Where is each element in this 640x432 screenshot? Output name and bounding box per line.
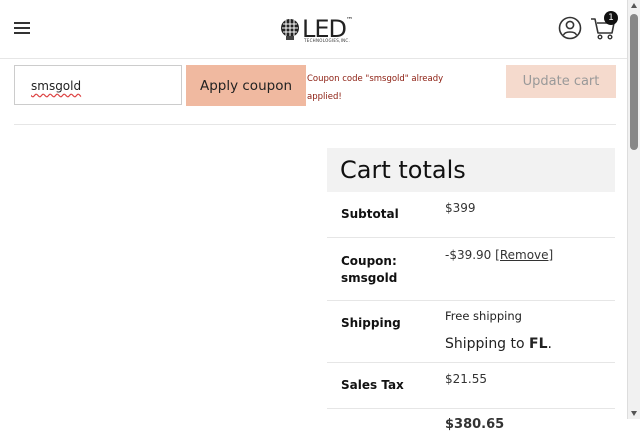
site-logo[interactable]: LED ™ TECHNOLOGIES,INC.	[278, 14, 353, 44]
update-cart-button[interactable]: Update cart	[506, 65, 616, 98]
total-row: $380.65	[327, 409, 615, 432]
subtotal-value: $399	[445, 201, 476, 215]
cart-totals-title: Cart totals	[340, 156, 466, 184]
account-icon[interactable]	[558, 16, 582, 40]
cart-totals-header: Cart totals	[327, 148, 615, 192]
coupon-label-code: smsgold	[341, 271, 398, 285]
scroll-down-arrow-icon[interactable]	[631, 411, 637, 416]
coupon-error-message: Coupon code "smsgold" already applied!	[307, 74, 444, 102]
remove-coupon-link[interactable]: [Remove]	[495, 248, 553, 262]
logo-trademark: ™	[346, 16, 354, 24]
site-header: LED ™ TECHNOLOGIES,INC. 1	[0, 0, 628, 59]
coupon-discount-value: -$39.90	[445, 248, 492, 262]
shipping-row: Shipping Free shipping Shipping to FL.	[327, 301, 615, 363]
shipping-destination: Shipping to FL.	[445, 336, 552, 352]
coupon-code-input[interactable]: smsgold	[14, 65, 182, 105]
sales-tax-label: Sales Tax	[341, 378, 404, 392]
shipping-state: FL	[529, 336, 548, 352]
subtotal-row: Subtotal $399	[327, 192, 615, 238]
coupon-row: Coupon: smsgold -$39.90 [Remove]	[327, 238, 615, 301]
coupon-discount: -$39.90 [Remove]	[445, 248, 553, 262]
subtotal-label: Subtotal	[341, 207, 399, 221]
shipping-to-suffix: .	[547, 336, 552, 352]
scrollbar-thumb[interactable]	[630, 14, 638, 150]
coupon-label-line1: Coupon:	[341, 254, 397, 268]
cart-count-badge: 1	[604, 11, 618, 25]
coupon-input-value: smsgold	[31, 79, 82, 93]
total-value: $380.65	[445, 417, 505, 432]
cart-totals-panel: Cart totals Subtotal $399 Coupon: smsgol…	[327, 148, 615, 432]
sales-tax-row: Sales Tax $21.55	[327, 363, 615, 409]
shipping-method: Free shipping	[445, 309, 522, 323]
coupon-label: Coupon: smsgold	[341, 253, 397, 287]
scroll-up-arrow-icon[interactable]	[631, 3, 637, 8]
logo-subtext: TECHNOLOGIES,INC.	[304, 38, 351, 43]
sales-tax-value: $21.55	[445, 372, 487, 386]
menu-icon[interactable]	[14, 22, 30, 34]
divider	[14, 124, 616, 125]
apply-coupon-button[interactable]: Apply coupon	[186, 65, 306, 106]
shipping-label: Shipping	[341, 316, 401, 330]
bulb-logo-icon	[281, 19, 299, 40]
vertical-scrollbar[interactable]	[627, 0, 640, 419]
shipping-to-prefix: Shipping to	[445, 336, 525, 352]
